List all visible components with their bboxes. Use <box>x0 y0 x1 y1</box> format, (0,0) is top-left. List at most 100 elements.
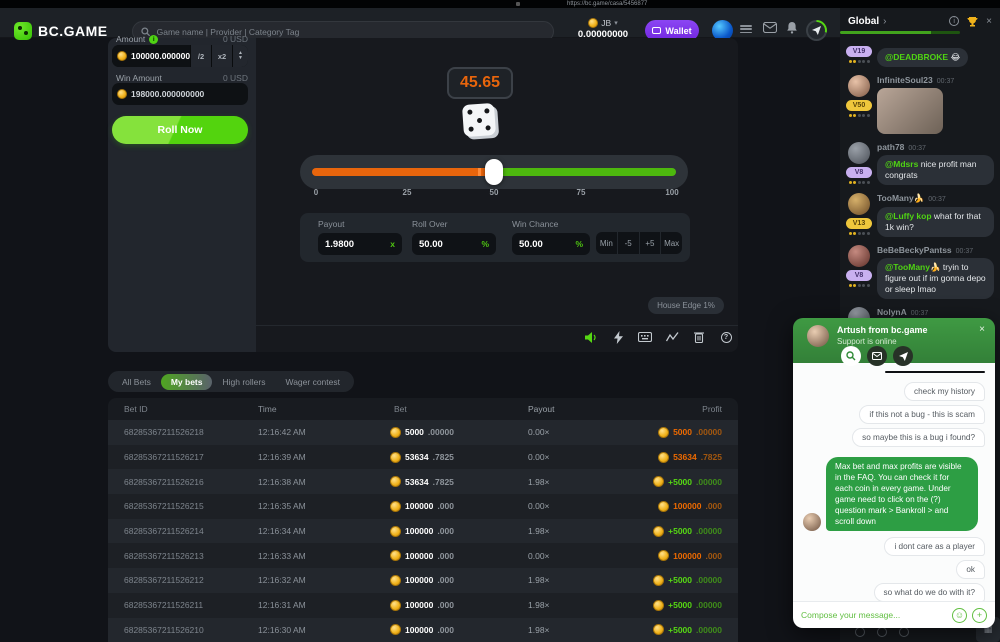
trophy-icon[interactable] <box>967 16 978 27</box>
turbo-bolt-icon[interactable] <box>611 330 625 344</box>
bet-payout: 0.00× <box>518 551 628 561</box>
plus-5-button[interactable]: +5 <box>639 232 661 254</box>
roll-now-button[interactable]: Roll Now <box>112 116 248 144</box>
mention[interactable]: @TooMany🍌 <box>885 262 941 272</box>
bet-time: 12:16:32 AM <box>258 575 378 585</box>
mention[interactable]: @DEADBROKE <box>885 52 948 62</box>
double-bet-button[interactable]: x2 <box>212 45 232 67</box>
site-logo[interactable]: BC.GAME <box>38 23 108 39</box>
payout-input[interactable]: 1.9800 x <box>318 233 402 255</box>
address-url[interactable]: https://bc.game/casa/5456877 <box>567 0 647 8</box>
table-row[interactable]: 68285367211526212 12:16:32 AM 100000.000… <box>108 568 738 593</box>
chat-message: V50 InfiniteSoul2300:37 <box>846 75 994 134</box>
level-stars <box>849 60 870 63</box>
username[interactable]: path78 <box>877 142 904 152</box>
trash-icon[interactable] <box>692 330 706 344</box>
mention[interactable]: @Luffy kop <box>885 211 932 221</box>
table-row[interactable]: 68285367211526210 12:16:30 AM 100000.000… <box>108 618 738 642</box>
bet-payout: 1.98× <box>518 477 628 487</box>
avatar[interactable] <box>848 75 870 97</box>
max-button[interactable]: Max <box>660 232 682 254</box>
email-button[interactable] <box>867 346 887 366</box>
min-button[interactable]: Min <box>596 232 617 254</box>
image-icon[interactable] <box>877 627 887 637</box>
avatar[interactable] <box>848 142 870 164</box>
bet-id: 68285367211526215 <box>108 501 258 511</box>
support-chat-popup: Artush from bc.game Support is online × … <box>793 318 995 628</box>
send-button[interactable] <box>893 346 913 366</box>
table-row[interactable]: 68285367211526211 12:16:31 AM 100000.000… <box>108 593 738 618</box>
close-icon[interactable]: × <box>979 324 985 335</box>
game-controls-panel: Payout 1.9800 x Roll Over 50.00 % Win Ch… <box>300 213 690 262</box>
bc-game-dice-page: https://bc.game/casa/5456877 BC.GAME JB … <box>0 0 1000 642</box>
minus-5-button[interactable]: -5 <box>617 232 639 254</box>
half-bet-button[interactable]: /2 <box>191 45 211 67</box>
compose-input[interactable] <box>801 610 947 620</box>
avatar[interactable] <box>848 245 870 267</box>
bet-amount-input[interactable]: 100000.00000000 <box>112 45 190 67</box>
win-chance-label: Win Chance <box>512 219 590 229</box>
support-message-user: i dont care as a player <box>884 537 985 556</box>
slider-tick: 50 <box>490 188 499 197</box>
messages-icon[interactable] <box>763 22 777 33</box>
win-amount-input[interactable]: 198000.000000000 <box>112 83 248 105</box>
username[interactable]: TooMany🍌 <box>877 193 924 204</box>
emoji-icon[interactable]: ☺ <box>952 608 967 623</box>
tab-my-bets[interactable]: My bets <box>161 374 213 390</box>
coin-icon <box>390 550 401 561</box>
username[interactable]: NolynA <box>877 307 907 317</box>
bet-payout: 0.00× <box>518 501 628 511</box>
coin-icon <box>390 501 401 512</box>
search-button[interactable] <box>841 346 861 366</box>
balance-display[interactable]: JB ▾ 0.00000000 <box>566 18 640 40</box>
bc-logo-icon[interactable] <box>14 22 32 40</box>
table-row[interactable]: 68285367211526215 12:16:35 AM 100000.000… <box>108 494 738 519</box>
attach-icon[interactable]: + <box>972 608 987 623</box>
sound-icon[interactable] <box>584 330 598 344</box>
amount-currency-icon[interactable]: i <box>149 35 158 44</box>
live-stats-icon[interactable] <box>665 330 679 344</box>
chevron-right-icon[interactable]: › <box>883 16 886 27</box>
coin-icon <box>390 575 401 586</box>
username[interactable]: InfiniteSoul23 <box>877 75 933 85</box>
chat-info-icon[interactable]: i <box>949 16 959 26</box>
slider-handle[interactable] <box>485 159 503 185</box>
win-amount-row: Win Amount 0 USD <box>116 73 248 83</box>
bet-id: 68285367211526218 <box>108 427 258 437</box>
tab-wager-contest[interactable]: Wager contest <box>275 374 350 390</box>
support-message-user: so maybe this is a bug i found? <box>852 428 985 447</box>
quick-send-button[interactable] <box>806 20 827 41</box>
house-edge-badge: House Edge 1% <box>648 297 724 314</box>
close-icon[interactable]: × <box>986 16 992 27</box>
chat-channel-title[interactable]: Global <box>848 16 879 27</box>
tab-all-bets[interactable]: All Bets <box>112 374 161 390</box>
avatar[interactable] <box>848 193 870 215</box>
help-icon[interactable]: ? <box>719 330 733 344</box>
bet-time: 12:16:35 AM <box>258 501 378 511</box>
bet-payout: 0.00× <box>518 452 628 462</box>
tab-high-rollers[interactable]: High rollers <box>212 374 275 390</box>
hotkeys-keyboard-icon[interactable] <box>638 330 652 344</box>
bet-amount-stepper[interactable]: ▲▼ <box>233 45 248 67</box>
vip-rank-icon[interactable] <box>740 25 752 34</box>
level-badge: V8 <box>846 167 872 178</box>
mail-icon <box>872 352 882 360</box>
table-row[interactable]: 68285367211526217 12:16:39 AM 53634.7825… <box>108 445 738 470</box>
bets-tabs: All Bets My bets High rollers Wager cont… <box>108 371 354 392</box>
table-row[interactable]: 68285367211526216 12:16:38 AM 53634.7825… <box>108 469 738 494</box>
emoji-icon[interactable] <box>855 627 865 637</box>
dice-icon[interactable] <box>899 627 909 637</box>
coin-icon <box>390 624 401 635</box>
table-row[interactable]: 68285367211526214 12:16:34 AM 100000.000… <box>108 519 738 544</box>
col-bet-id: Bet ID <box>108 404 258 414</box>
mention[interactable]: @Mdsrs <box>885 159 918 169</box>
attached-screenshot[interactable] <box>885 371 985 373</box>
username[interactable]: BeBeBeckyPantss <box>877 245 952 255</box>
win-chance-input[interactable]: 50.00 % <box>512 233 590 255</box>
support-message-agent-row: Max bet and max profits are visible in t… <box>803 453 978 531</box>
table-row[interactable]: 68285367211526213 12:16:33 AM 100000.000… <box>108 543 738 568</box>
roll-over-input[interactable]: 50.00 % <box>412 233 496 255</box>
notifications-bell-icon[interactable] <box>786 21 798 34</box>
table-row[interactable]: 68285367211526218 12:16:42 AM 5000.00000… <box>108 420 738 445</box>
chat-image[interactable] <box>877 88 943 134</box>
